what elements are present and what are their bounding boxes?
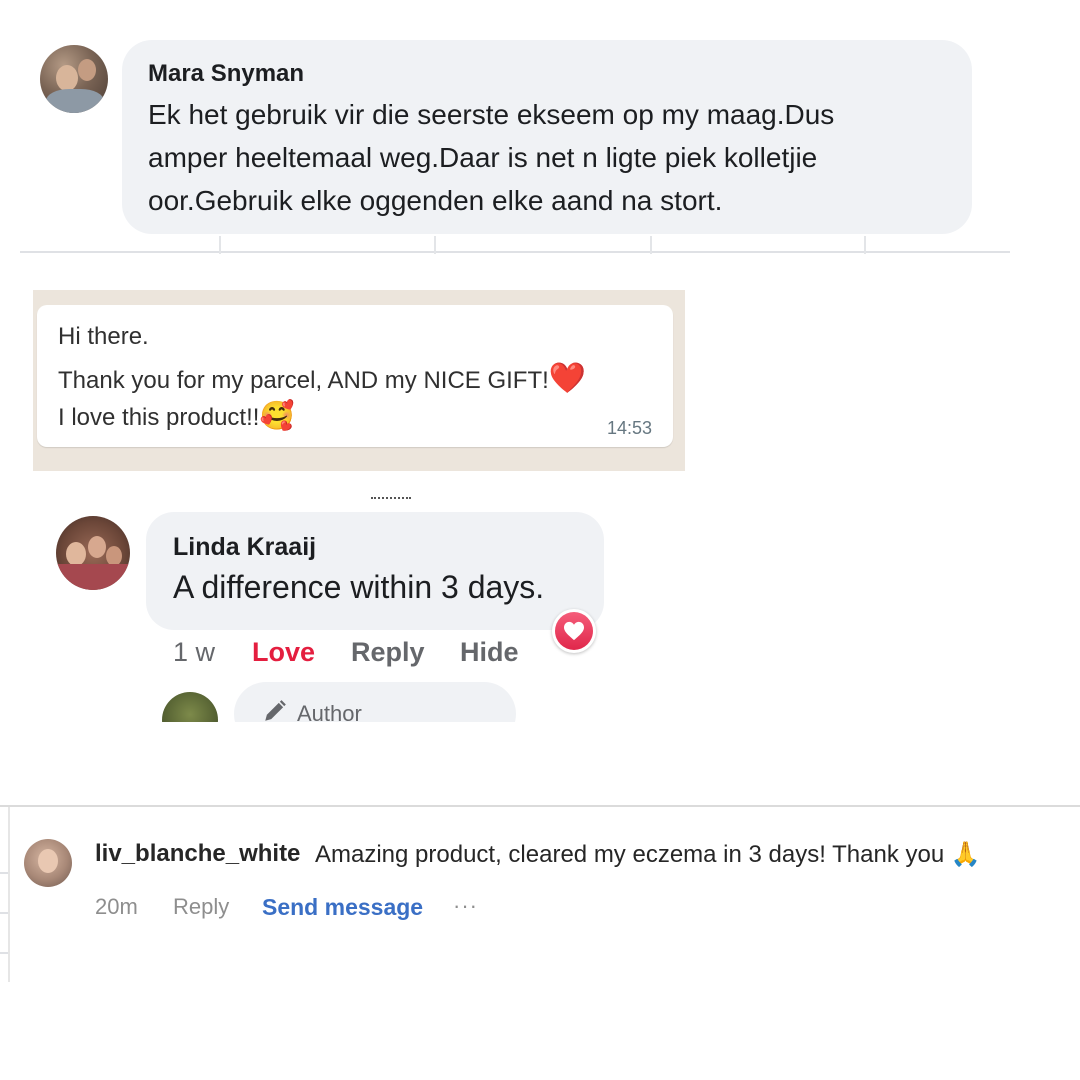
love-reaction-badge[interactable]: [552, 609, 596, 653]
reply-button[interactable]: Reply: [351, 637, 425, 668]
comment-age[interactable]: 20m: [95, 894, 138, 920]
mara-comment-line: oor.Gebruik elke oggenden elke aand na s…: [148, 185, 723, 216]
liv-avatar[interactable]: [24, 839, 72, 887]
divider: [0, 872, 8, 874]
mara-author-name[interactable]: Mara Snyman: [148, 60, 304, 88]
divider: [20, 251, 1010, 253]
divider: [219, 236, 221, 254]
smiling-hearts-emoji: 🥰: [259, 400, 295, 431]
divider: [864, 236, 866, 254]
whatsapp-line-text: I love this product!!: [58, 404, 260, 431]
whatsapp-line: Thank you for my parcel, AND my NICE GIF…: [58, 361, 586, 396]
mara-comment-text: Ek het gebruik vir die seerste ekseem op…: [148, 93, 948, 222]
mara-avatar[interactable]: [40, 45, 108, 113]
divider: [0, 805, 1080, 807]
more-options-icon[interactable]: ···: [453, 893, 478, 919]
divider: [434, 236, 436, 254]
crop-edge: [0, 722, 1080, 752]
whatsapp-line: I love this product!!🥰: [58, 399, 294, 432]
divider: [0, 952, 8, 954]
liv-comment-body: Amazing product, cleared my eczema in 3 …: [315, 841, 945, 868]
whatsapp-timestamp: 14:53: [607, 418, 653, 438]
whatsapp-line-text: Thank you for my parcel, AND my NICE GIF…: [58, 367, 549, 394]
send-message-button[interactable]: Send message: [262, 894, 423, 921]
comment-age[interactable]: 1 w: [173, 637, 215, 668]
heart-emoji: ❤️: [548, 362, 587, 395]
whatsapp-line: Hi there.: [58, 323, 149, 350]
linda-comment-text: A difference within 3 days.: [173, 569, 545, 605]
love-button[interactable]: Love: [252, 637, 315, 668]
linda-author-name[interactable]: Linda Kraaij: [173, 533, 316, 562]
heart-icon: [564, 621, 584, 641]
liv-comment-text: Amazing product, cleared my eczema in 3 …: [315, 840, 981, 869]
divider: [650, 236, 652, 254]
liv-username[interactable]: liv_blanche_white: [95, 840, 300, 868]
mara-comment-line: amper heeltemaal weg.Daar is net n ligte…: [148, 142, 818, 173]
reply-button[interactable]: Reply: [173, 894, 229, 920]
divider: [371, 497, 411, 501]
praying-hands-emoji: 🙏: [950, 841, 981, 868]
hide-button[interactable]: Hide: [460, 637, 519, 668]
mara-comment-line: Ek het gebruik vir die seerste ekseem op…: [148, 99, 835, 130]
divider: [0, 912, 8, 914]
divider: [8, 807, 10, 982]
linda-avatar[interactable]: [56, 516, 130, 590]
